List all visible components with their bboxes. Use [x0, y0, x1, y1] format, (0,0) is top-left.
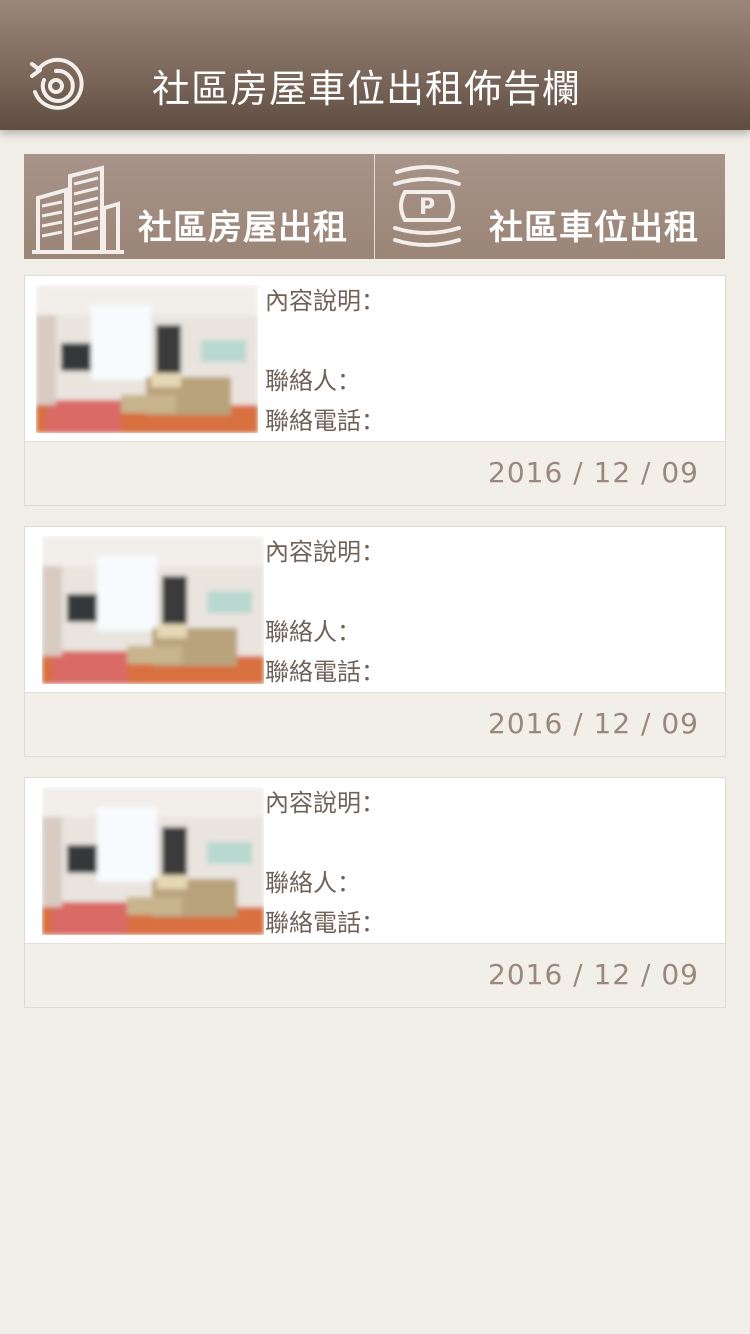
phone-label: 聯絡電話： [265, 658, 385, 686]
listing-card[interactable]: 內容說明： 聯絡人： 聯絡電話： 2016 / 12 / 09 [24, 275, 726, 506]
tab-parking-rental[interactable]: P 社區車位出租 [374, 154, 725, 259]
back-button[interactable] [26, 56, 86, 116]
tab-house-rental[interactable]: 社區房屋出租 [24, 154, 374, 259]
listing-card[interactable]: 內容說明： 聯絡人： 聯絡電話： 2016 / 12 / 09 [24, 777, 726, 1008]
listing-info: 內容說明： 聯絡人： 聯絡電話： [265, 286, 385, 446]
refresh-back-icon [30, 57, 84, 110]
contact-label: 聯絡人： [265, 618, 361, 646]
contact-label: 聯絡人： [265, 367, 361, 395]
listing-date: 2016 / 12 / 09 [488, 456, 699, 489]
listing-info: 內容說明： 聯絡人： 聯絡電話： [265, 537, 385, 697]
listing-info: 內容說明： 聯絡人： 聯絡電話： [265, 788, 385, 948]
parking-building-icon: P [393, 165, 461, 247]
phone-label: 聯絡電話： [265, 909, 385, 937]
listing-date: 2016 / 12 / 09 [488, 707, 699, 740]
contact-label: 聯絡人： [265, 869, 361, 897]
listing-photo [42, 536, 264, 684]
listing-footer: 2016 / 12 / 09 [25, 943, 725, 1007]
app-header: 社區房屋車位出租佈告欄 [0, 0, 750, 130]
listing-photo [42, 787, 264, 935]
listing-photo [36, 285, 258, 433]
tab-house-rental-label: 社區房屋出租 [138, 208, 348, 248]
category-tabs: 社區房屋出租 P 社區車位出租 [24, 154, 725, 259]
listing-footer: 2016 / 12 / 09 [25, 692, 725, 756]
tab-parking-rental-label: 社區車位出租 [489, 208, 699, 248]
description-label: 內容說明： [265, 287, 385, 315]
listing-footer: 2016 / 12 / 09 [25, 441, 725, 505]
listing-date: 2016 / 12 / 09 [488, 958, 699, 991]
listing-card[interactable]: 內容說明： 聯絡人： 聯絡電話： 2016 / 12 / 09 [24, 526, 726, 757]
description-label: 內容說明： [265, 789, 385, 817]
description-label: 內容說明： [265, 538, 385, 566]
buildings-icon [32, 165, 124, 254]
page-title: 社區房屋車位出租佈告欄 [152, 67, 582, 111]
phone-label: 聯絡電話： [265, 407, 385, 435]
svg-text:P: P [419, 195, 435, 220]
